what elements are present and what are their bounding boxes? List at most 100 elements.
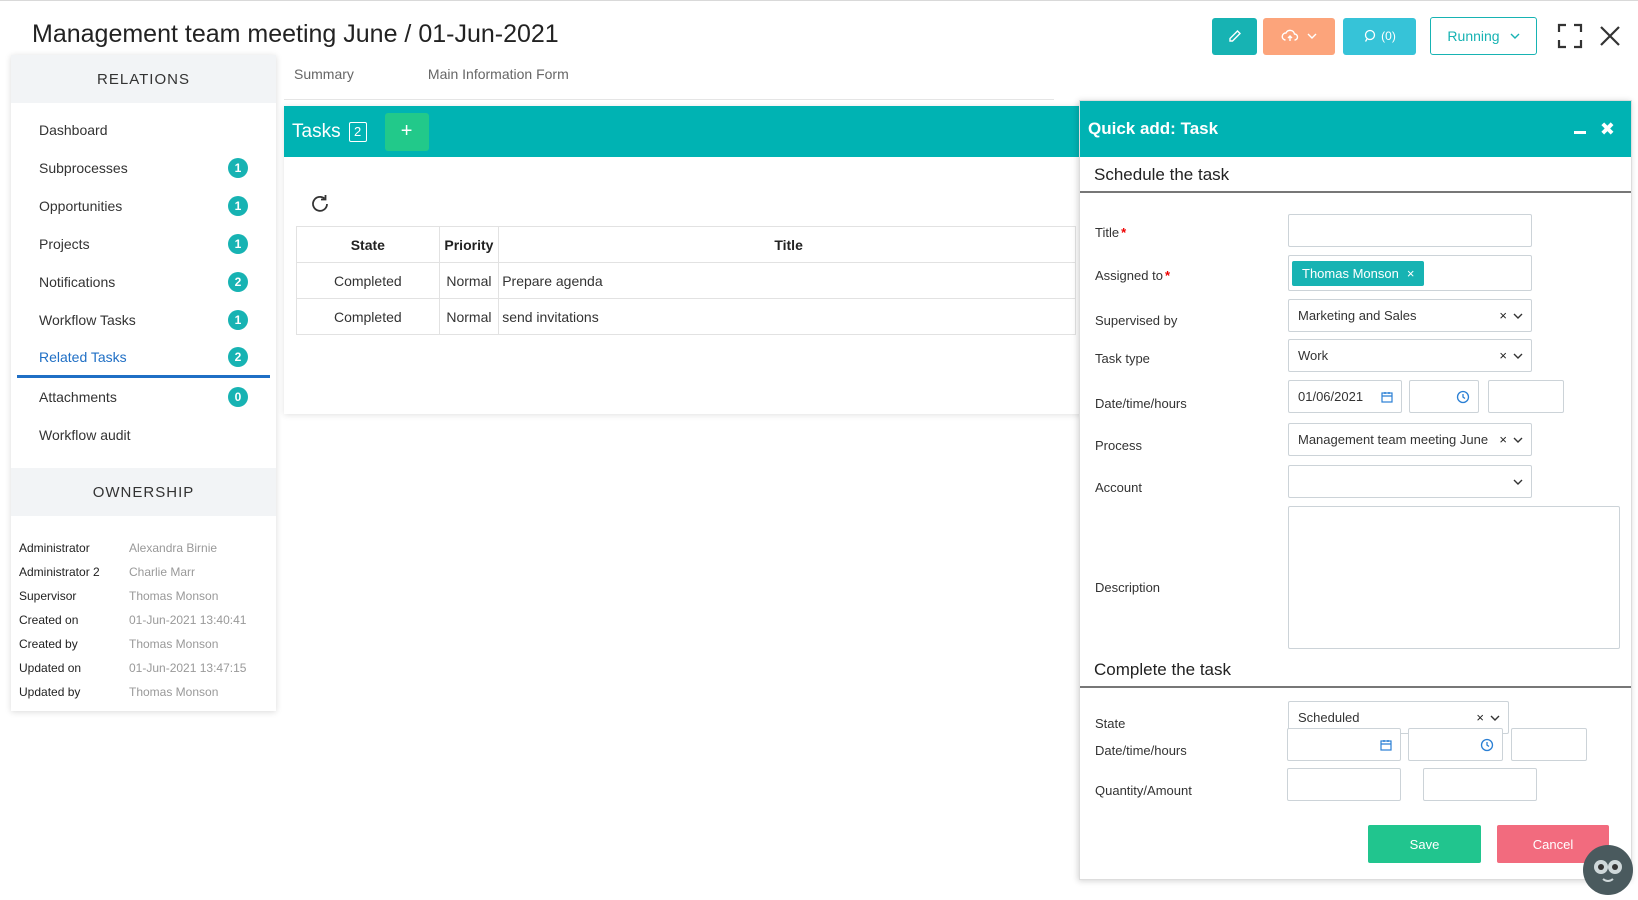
assistant-avatar-icon[interactable] [1583,845,1633,895]
required-marker: * [1164,268,1170,283]
assigned-to-field[interactable]: Thomas Monson × [1288,255,1532,291]
clock-icon[interactable] [1456,390,1470,404]
relations-list: Dashboard Subprocesses 1 Opportunities 1 P… [11,103,276,454]
relation-item-attachments[interactable]: Attachments 0 [11,378,276,416]
column-header-state[interactable]: State [296,226,440,263]
start-time-input[interactable] [1409,380,1479,413]
relation-item-opportunities[interactable]: Opportunities 1 [11,187,276,225]
quick-add-title: Quick add: Task [1088,119,1219,138]
comments-count: (0) [1381,29,1396,43]
relation-item-subprocesses[interactable]: Subprocesses 1 [11,149,276,187]
ownership-value: Charlie Marr [129,565,196,579]
relation-label: Related Tasks [39,349,127,365]
supervised-by-label: Supervised by [1095,313,1178,328]
task-type-select[interactable]: Work × [1288,339,1532,372]
clear-icon[interactable]: × [1499,432,1507,447]
chevron-down-icon [1307,33,1317,39]
close-icon[interactable]: ✖ [1600,119,1615,140]
tab-summary[interactable]: Summary [284,66,354,99]
upload-button[interactable] [1263,17,1335,55]
tasks-body: State Priority Title Completed Normal Pr… [296,180,1076,410]
ownership-row: Administrator 2 Charlie Marr [19,560,276,584]
status-dropdown[interactable]: Running [1430,17,1537,55]
select-controls: × [1499,300,1523,331]
quantity-input[interactable] [1287,768,1401,801]
cell-title: Prepare agenda [498,262,1076,299]
chevron-down-icon[interactable] [1513,352,1523,360]
time-controls [1480,729,1494,760]
close-icon[interactable] [1597,23,1623,49]
calendar-icon[interactable] [1380,739,1392,751]
column-header-priority[interactable]: Priority [438,226,500,263]
relation-label: Opportunities [39,198,123,214]
clear-icon[interactable]: × [1476,710,1484,725]
column-header-title[interactable]: Title [498,226,1076,263]
edit-button[interactable] [1212,17,1257,55]
relation-item-notifications[interactable]: Notifications 2 [11,263,276,301]
task-type-value: Work [1298,348,1329,363]
tasks-header: Tasks 2 + [284,106,1084,157]
relation-label: Workflow audit [39,427,131,443]
state-label: State [1095,716,1126,731]
expand-icon[interactable] [1557,23,1583,49]
page-title: Management team meeting June / 01-Jun-20… [32,20,559,48]
ownership-list: Administrator Alexandra Birnie Administra… [11,516,276,704]
comments-button[interactable]: (0) [1343,17,1416,55]
relation-item-workflow-audit[interactable]: Workflow audit [11,416,276,454]
clock-icon[interactable] [1480,738,1494,752]
relation-label: Attachments [39,389,117,405]
relation-item-workflow-tasks[interactable]: Workflow Tasks 1 [11,301,276,339]
table-row[interactable]: Completed Normal send invitations [296,298,1076,335]
chevron-down-icon[interactable] [1513,436,1523,444]
description-label: Description [1095,580,1161,595]
relation-item-dashboard[interactable]: Dashboard [11,111,276,149]
chevron-down-icon[interactable] [1513,478,1523,486]
tab-main-information-form[interactable]: Main Information Form [418,66,569,99]
completion-hours-input[interactable] [1511,728,1587,761]
amount-input[interactable] [1423,768,1537,801]
process-select[interactable]: Management team meeting June × [1288,423,1532,456]
refresh-icon[interactable] [308,192,332,216]
save-button[interactable]: Save [1368,825,1481,863]
relations-header: RELATIONS [11,55,276,103]
table-header-row: State Priority Title [296,226,1076,263]
ownership-value: Alexandra Birnie [129,541,218,555]
count-badge: 2 [228,272,248,292]
pencil-icon [1228,30,1241,42]
assignee-tag[interactable]: Thomas Monson × [1292,260,1425,286]
relation-item-related-tasks[interactable]: Related Tasks 2 [17,339,270,378]
clear-icon[interactable]: × [1499,348,1507,363]
quantity-amount-label: Quantity/Amount [1095,783,1192,798]
tasks-table: State Priority Title Completed Normal Pr… [296,226,1076,335]
chevron-down-icon[interactable] [1490,714,1500,722]
description-textarea[interactable] [1288,506,1620,649]
account-select[interactable] [1288,465,1532,498]
cell-state: Completed [296,298,440,335]
clear-icon[interactable]: × [1499,308,1507,323]
title-input[interactable] [1288,214,1532,247]
completion-date-input[interactable] [1287,728,1401,761]
hours-input[interactable] [1488,380,1564,413]
minimize-icon[interactable] [1573,130,1586,134]
chevron-down-icon[interactable] [1513,312,1523,320]
ownership-key: Created on [19,613,79,627]
date-time-hours-label: Date/time/hours [1095,396,1187,411]
remove-tag-icon[interactable]: × [1407,266,1415,281]
calendar-icon[interactable] [1381,391,1393,403]
cell-title: send invitations [498,298,1076,335]
relation-item-projects[interactable]: Projects 1 [11,225,276,263]
completion-time-input[interactable] [1408,728,1503,761]
tasks-count-badge: 2 [348,121,367,142]
supervised-by-value: Marketing and Sales [1298,308,1417,323]
supervised-by-select[interactable]: Marketing and Sales × [1288,299,1532,332]
add-task-button[interactable]: + [384,112,429,151]
ownership-row: Supervisor Thomas Monson [19,584,276,608]
quick-add-panel: Quick add: Task ✖ Schedule the task Titl… [1079,100,1632,880]
start-date-input[interactable]: 01/06/2021 [1288,380,1402,413]
count-badge: 1 [228,310,248,330]
table-row[interactable]: Completed Normal Prepare agenda [296,262,1076,299]
ownership-key: Updated on [19,661,82,675]
count-badge: 1 [228,158,248,178]
top-actions: (0) Running [1212,17,1623,55]
cell-priority: Normal [438,298,500,335]
